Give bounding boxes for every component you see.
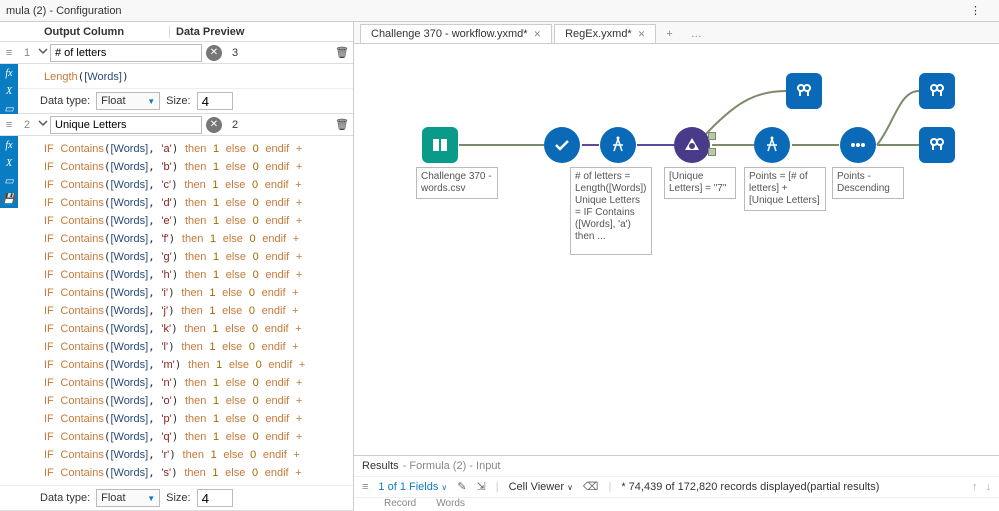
size-input-2[interactable] <box>197 489 233 507</box>
hide-icon[interactable]: ⌫ <box>583 480 599 493</box>
save-icon[interactable]: 💾 <box>0 190 18 208</box>
size-label: Size: <box>166 95 190 107</box>
datatype-label: Data type: <box>40 492 90 504</box>
clear-icon[interactable]: ✕ <box>206 117 222 133</box>
fields-dropdown[interactable]: 1 of 1 Fields ∨ <box>378 481 447 493</box>
edit-icon[interactable]: ✎ <box>457 480 466 493</box>
datatype-label: Data type: <box>40 95 90 107</box>
size-label: Size: <box>166 492 190 504</box>
tool-browse-3[interactable] <box>919 127 955 163</box>
tool-sort[interactable] <box>840 127 876 163</box>
header-data-preview: Data Preview <box>170 26 353 38</box>
expression-editor-1[interactable]: Length([Words]) <box>20 64 353 88</box>
menu-icon[interactable]: ≡ <box>0 47 18 59</box>
delete-icon[interactable]: 🗑 <box>335 118 353 131</box>
tool-select[interactable] <box>544 127 580 163</box>
tool-formula2-label: Points = [# of letters] + [Unique Letter… <box>744 167 826 211</box>
var-x-icon[interactable]: X <box>0 154 18 172</box>
chevron-down-icon[interactable] <box>36 46 50 59</box>
workflow-canvas[interactable]: Challenge 370 - words.csv # of letters =… <box>354 44 999 455</box>
tool-filter-label: [Unique Letters] = "7" <box>664 167 736 199</box>
export-icon[interactable]: ⇲ <box>476 480 485 493</box>
tab-regex[interactable]: RegEx.yxmd*✕ <box>554 24 656 43</box>
results-title: Results <box>362 460 399 472</box>
close-icon[interactable]: ✕ <box>638 29 646 40</box>
config-menu-icon[interactable]: ⋮ <box>970 4 981 17</box>
chevron-down-icon[interactable] <box>36 118 50 131</box>
output-column-name-1[interactable] <box>50 44 202 62</box>
fx-icon[interactable]: fx <box>0 136 18 154</box>
status-text: * 74,439 of 172,820 records displayed(pa… <box>621 481 879 493</box>
tool-formula-2[interactable] <box>754 127 790 163</box>
tool-filter[interactable] <box>674 127 710 163</box>
cell-viewer-dropdown[interactable]: Cell Viewer ∨ <box>509 481 573 493</box>
menu-icon[interactable]: ≡ <box>0 119 18 131</box>
tool-formula-label: # of letters = Length([Words]) Unique Le… <box>570 167 652 255</box>
expression-editor-2[interactable]: IF Contains([Words], 'a') then 1 else 0 … <box>20 136 353 485</box>
output-column-name-2[interactable] <box>50 116 202 134</box>
col-words: Words <box>436 498 465 511</box>
col-icon[interactable]: ▭ <box>0 172 18 190</box>
row-number: 1 <box>18 47 36 59</box>
tab-menu-icon[interactable]: … <box>683 25 710 43</box>
tab-workflow[interactable]: Challenge 370 - workflow.yxmd*✕ <box>360 24 552 43</box>
fx-icon[interactable]: fx <box>0 64 18 82</box>
row-number: 2 <box>18 119 36 131</box>
tool-browse-1[interactable] <box>786 73 822 109</box>
tool-input[interactable] <box>422 127 458 163</box>
menu-icon[interactable]: ≡ <box>362 481 368 493</box>
port-false[interactable] <box>708 148 716 156</box>
close-icon[interactable]: ✕ <box>534 29 542 40</box>
add-tab-icon[interactable]: + <box>658 25 680 43</box>
prev-icon[interactable]: ↑ <box>972 481 978 493</box>
size-input-1[interactable] <box>197 92 233 110</box>
datatype-select-2[interactable]: Float▼ <box>96 489 160 507</box>
next-icon[interactable]: ↓ <box>986 481 992 493</box>
tool-formula[interactable] <box>600 127 636 163</box>
delete-icon[interactable]: 🗑 <box>335 46 353 59</box>
tool-input-label: Challenge 370 - words.csv <box>416 167 498 199</box>
var-x-icon[interactable]: X <box>0 82 18 100</box>
clear-icon[interactable]: ✕ <box>206 45 222 61</box>
data-preview-2: 2 <box>226 119 335 131</box>
header-output-column: Output Column <box>0 26 170 38</box>
data-preview-1: 3 <box>226 47 335 59</box>
datatype-select-1[interactable]: Float▼ <box>96 92 160 110</box>
tool-browse-2[interactable] <box>919 73 955 109</box>
tool-sort-label: Points - Descending <box>832 167 904 199</box>
results-subtitle: - Formula (2) - Input <box>403 460 501 472</box>
col-record: Record <box>384 498 416 511</box>
port-true[interactable] <box>708 132 716 140</box>
config-title: mula (2) - Configuration <box>6 5 970 17</box>
